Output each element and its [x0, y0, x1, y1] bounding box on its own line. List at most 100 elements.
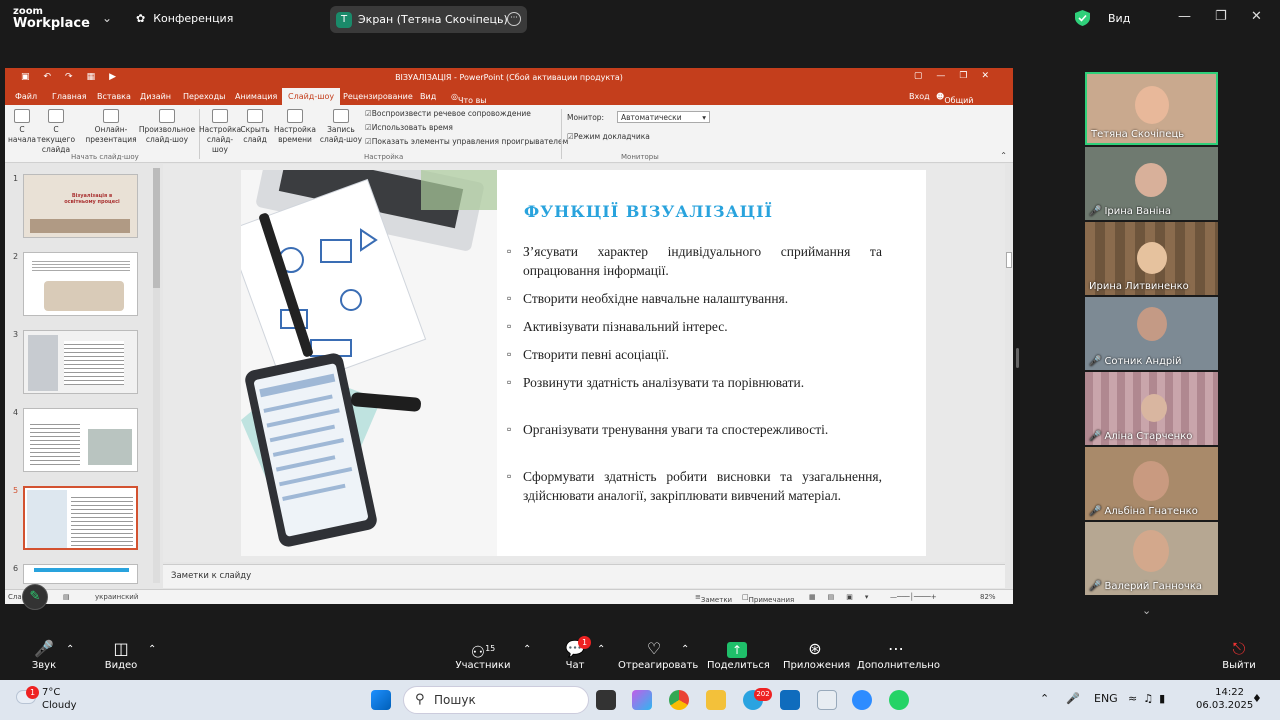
- system-clock[interactable]: 14:22 06.03.2025: [1196, 686, 1253, 712]
- chevron-down-icon[interactable]: ⌄: [1142, 604, 1151, 617]
- annotate-pen-icon[interactable]: ✎: [22, 584, 48, 610]
- task-view-icon[interactable]: [596, 690, 616, 710]
- chevron-up-icon[interactable]: ⌃: [523, 644, 531, 655]
- tab-review[interactable]: Рецензирование: [343, 92, 413, 101]
- setup-slideshow-button[interactable]: Настройка слайд-шоу: [199, 109, 241, 155]
- windows-start-icon[interactable]: [371, 690, 391, 710]
- view-buttons[interactable]: ▦▤▣▾: [809, 593, 880, 601]
- audio-button[interactable]: 🎤 Звук: [30, 638, 58, 671]
- comments-toggle[interactable]: □ Примечания: [742, 593, 794, 604]
- language-indicator[interactable]: ENG: [1094, 692, 1118, 705]
- chk-narration[interactable]: Воспроизвести речевое сопровождение: [365, 109, 531, 118]
- split-handle[interactable]: [1016, 348, 1019, 368]
- slide-scroll-thumb[interactable]: [1006, 252, 1012, 268]
- record-slideshow-button[interactable]: Запись слайд-шоу: [316, 109, 366, 145]
- zoom-app-icon[interactable]: [852, 690, 872, 710]
- status-zoom-level[interactable]: 82%: [980, 593, 996, 601]
- thumb-slide-6[interactable]: [23, 564, 138, 584]
- chevron-up-icon[interactable]: ⌃: [1040, 692, 1049, 705]
- share-screen-button[interactable]: ↑ Поделиться: [707, 638, 770, 671]
- store-icon[interactable]: [780, 690, 800, 710]
- participants-button[interactable]: ⚇15 Участники: [455, 638, 511, 671]
- rehearse-timings-button[interactable]: Настройка времени: [273, 109, 317, 145]
- file-explorer-icon[interactable]: [706, 690, 726, 710]
- screen-share-pill[interactable]: T Экран (Тетяна Скочіпець) ···: [330, 6, 527, 33]
- chevron-up-icon[interactable]: ⌃: [597, 644, 605, 655]
- snipping-tool-icon[interactable]: [817, 690, 837, 710]
- leave-button[interactable]: ⎋ Выйти: [1222, 638, 1256, 671]
- chk-presenter-view[interactable]: Режим докладчика: [567, 132, 650, 141]
- thumb-number: 4: [13, 408, 19, 417]
- copilot-icon[interactable]: [632, 690, 652, 710]
- chk-timings[interactable]: Использовать время: [365, 123, 453, 132]
- notification-bell-icon[interactable]: ♦: [1252, 692, 1262, 705]
- notes-toggle[interactable]: ≡ Заметки: [695, 593, 732, 604]
- meeting-info-button[interactable]: ✿ Конференция: [136, 12, 233, 25]
- video-button[interactable]: ◫ Видео: [104, 638, 138, 671]
- from-start-button[interactable]: С начала: [8, 109, 36, 145]
- chat-button[interactable]: 💬 Чат 1: [562, 636, 591, 671]
- hide-slide-button[interactable]: Скрыть слайд: [240, 109, 270, 145]
- participant-tile[interactable]: 🎤 Сотник Андрій: [1085, 297, 1218, 370]
- thumb-slide-5[interactable]: [23, 486, 138, 550]
- tab-design[interactable]: Дизайн: [140, 92, 171, 101]
- participant-tile[interactable]: 🎤 Валерий Ганночка: [1085, 522, 1218, 595]
- custom-slideshow-button[interactable]: Произвольное слайд-шоу: [138, 109, 196, 145]
- camera-icon: ◫: [113, 639, 129, 658]
- weather-widget[interactable]: 1 7°C Cloudy: [16, 686, 76, 712]
- participant-tile[interactable]: Тетяна Скочіпець: [1085, 72, 1218, 145]
- chevron-up-icon[interactable]: ⌃: [681, 644, 689, 655]
- ppt-window-controls[interactable]: ▢—❐✕: [914, 71, 1003, 81]
- signin-link[interactable]: Вход: [909, 92, 930, 101]
- participant-tile[interactable]: 🎤 Альбіна Гнатенко: [1085, 447, 1218, 520]
- chrome-icon[interactable]: [669, 690, 689, 710]
- chk-player-controls[interactable]: Показать элементы управления проигрывате…: [365, 137, 569, 146]
- spellcheck-icon[interactable]: ▤: [63, 593, 70, 601]
- microphone-icon[interactable]: 🎤: [1066, 692, 1080, 705]
- status-language[interactable]: украинский: [95, 593, 138, 601]
- tell-me-box[interactable]: ◎ Что вы хотите сделать?: [451, 92, 496, 123]
- online-presentation-button[interactable]: Онлайн-презентация: [83, 109, 139, 145]
- tab-slideshow[interactable]: Слайд-шоу: [282, 88, 341, 105]
- thumbs-scrollbar[interactable]: [153, 168, 160, 583]
- more-button[interactable]: ⋯ Дополнительно: [857, 638, 940, 671]
- view-menu-button[interactable]: Вид: [1108, 12, 1130, 25]
- tab-view[interactable]: Вид: [420, 92, 436, 101]
- restore-icon[interactable]: ❐: [1215, 9, 1227, 24]
- minimize-icon[interactable]: —: [1178, 9, 1191, 24]
- participant-tile[interactable]: 🎤 Ірина Ваніна: [1085, 147, 1218, 220]
- powerpoint-window: ▣↶↷▦▶ ВІЗУАЛІЗАЦІЯ - PowerPoint (Сбой ак…: [5, 68, 1013, 604]
- network-volume-battery-icons[interactable]: ≈♫▮: [1128, 692, 1171, 705]
- current-slide[interactable]: ФУНКЦІЇ ВІЗУАЛІЗАЦІЇ З’ясувати характер …: [241, 170, 926, 556]
- share-button[interactable]: ☻ Общий доступ: [936, 92, 974, 114]
- monitor-select[interactable]: Автоматически ▾: [617, 111, 710, 123]
- collapse-ribbon-icon[interactable]: ⌃: [1000, 151, 1007, 160]
- taskbar-search[interactable]: ⚲ Пошук: [403, 686, 589, 714]
- scroll-thumb[interactable]: [153, 168, 160, 288]
- chevron-down-icon[interactable]: ⌄: [102, 11, 112, 25]
- whatsapp-icon[interactable]: [889, 690, 909, 710]
- chevron-up-icon[interactable]: ⌃: [66, 644, 74, 655]
- notes-pane[interactable]: Заметки к слайду: [163, 564, 1005, 588]
- thumb-slide-3[interactable]: [23, 330, 138, 394]
- apps-button[interactable]: ⊛ Приложения: [783, 638, 850, 671]
- thumb-slide-2[interactable]: [23, 252, 138, 316]
- react-button[interactable]: ♡ Отреагировать: [618, 638, 698, 671]
- tab-animation[interactable]: Анимация: [235, 92, 277, 101]
- tab-transitions[interactable]: Переходы: [183, 92, 225, 101]
- chevron-up-icon[interactable]: ⌃: [148, 644, 156, 655]
- shield-icon[interactable]: [1075, 10, 1090, 26]
- from-current-button[interactable]: С текущего слайда: [35, 109, 77, 155]
- participant-tile[interactable]: 🎤 Аліна Старченко: [1085, 372, 1218, 445]
- tab-file[interactable]: Файл: [15, 92, 37, 101]
- participant-name: Сотник Андрій: [1104, 356, 1182, 367]
- more-options-icon[interactable]: ···: [507, 12, 521, 26]
- close-icon[interactable]: ✕: [1251, 9, 1262, 24]
- thumb-slide-1[interactable]: Візуалізація в освітньому процесі: [23, 174, 138, 238]
- participant-tile[interactable]: Ирина Литвиненко: [1085, 222, 1218, 295]
- slide-scrollbar[interactable]: [1005, 164, 1013, 562]
- tab-home[interactable]: Главная: [52, 92, 87, 101]
- tab-insert[interactable]: Вставка: [97, 92, 131, 101]
- zoom-slider[interactable]: —───│────+: [890, 593, 937, 601]
- thumb-slide-4[interactable]: [23, 408, 138, 472]
